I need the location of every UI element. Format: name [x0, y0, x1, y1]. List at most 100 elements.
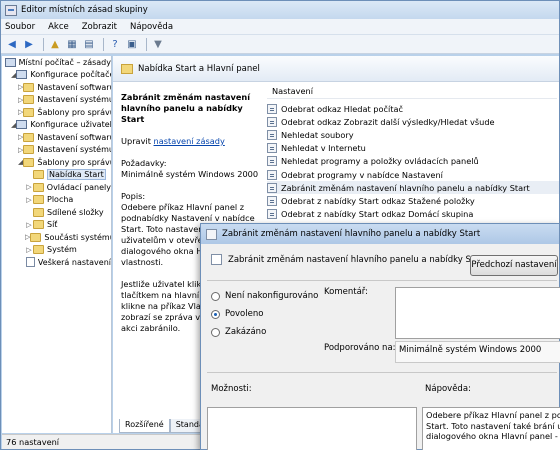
toolbar-separator	[43, 37, 44, 51]
filter-icon[interactable]: ▼	[151, 37, 165, 51]
folder-icon	[121, 63, 133, 74]
folder-icon	[23, 157, 35, 167]
comment-label: Komentář:	[324, 287, 368, 297]
back-arrow-icon[interactable]: ◀	[5, 37, 19, 51]
tree-node[interactable]: ▷ Nastavení softwaru	[2, 131, 111, 144]
setting-label: Odebrat z nabídky Start odkaz Stažené po…	[281, 195, 475, 206]
setting-row[interactable]: Odebrat odkaz Zobrazit další výsledky/Hl…	[267, 115, 559, 128]
policy-setting-icon	[267, 182, 277, 193]
requirements: Požadavky: Minimálně systém Windows 2000	[121, 158, 261, 180]
setting-row[interactable]: Odebrat programy v nabídce Nastavení	[267, 168, 559, 181]
setting-row[interactable]: Nehledat programy a položky ovládacích p…	[267, 155, 559, 168]
help-panel[interactable]: Odebere příkaz Hlavní panel z podnabídky…	[422, 407, 560, 450]
radio-disabled[interactable]: Zakázáno	[211, 327, 266, 337]
setting-row[interactable]: Nehledat soubory	[267, 128, 559, 141]
tree-node-label: Nastavení softwaru	[37, 82, 112, 92]
expander-icon[interactable]: ▷	[25, 196, 33, 204]
edit-prefix: Upravit	[121, 136, 151, 146]
folder-icon	[33, 220, 44, 230]
tree-node-label: Ovládací panely	[46, 182, 111, 192]
policy-icon	[206, 228, 217, 240]
tree-node-label: Místní počítač – zásady	[18, 57, 111, 67]
tree-node[interactable]: Nabídka Start	[2, 169, 111, 182]
settings-column-header[interactable]: Nastavení	[267, 86, 557, 99]
tree-node[interactable]: Veškerá nastavení	[2, 256, 111, 269]
setting-row[interactable]: Nehledat v Internetu	[267, 142, 559, 155]
tree-node[interactable]: ▷ Plocha	[2, 194, 111, 207]
setting-row[interactable]: Zabránit změnám nastavení hlavního panel…	[267, 181, 559, 195]
comment-field[interactable]	[395, 287, 560, 339]
up-folder-icon[interactable]: ▲	[48, 37, 62, 51]
tree-node[interactable]: ◢ Konfigurace uživatele	[2, 119, 111, 132]
tree-node[interactable]: ◢ Šablony pro správu	[2, 156, 111, 169]
tree-node[interactable]: ▷ Systém	[2, 244, 111, 257]
folder-icon	[33, 195, 44, 205]
menu-soubor[interactable]: Soubor	[5, 22, 35, 32]
supported-on-value: Minimálně systém Windows 2000	[395, 341, 560, 363]
tree-node-label: Konfigurace počítače	[30, 70, 112, 80]
setting-row[interactable]: Odebrat z nabídky Start odkaz Domácí sku…	[267, 208, 559, 221]
tree-node[interactable]: ▷ Ovládací panely	[2, 181, 111, 194]
tree-node[interactable]: Sdílené složky	[2, 206, 111, 219]
policy-setting-icon	[267, 129, 277, 140]
tree-node-label: Nabídka Start	[47, 169, 106, 181]
tree-node[interactable]: ▷ Nastavení systému	[2, 94, 111, 107]
export-list-icon[interactable]: ▤	[82, 37, 96, 51]
setting-label: Nehledat v Internetu	[281, 143, 366, 154]
app-icon	[5, 4, 17, 16]
expander-icon[interactable]: ▷	[25, 246, 33, 254]
folder-icon	[23, 95, 35, 105]
forward-arrow-icon[interactable]: ▶	[22, 37, 36, 51]
tree-node[interactable]: ▷ Nastavení softwaru	[2, 81, 111, 94]
folder-icon	[23, 132, 35, 142]
edit-policy-link[interactable]: nastavení zásady	[154, 136, 225, 146]
tree-node-label: Šablony pro správu	[37, 107, 112, 117]
setting-row[interactable]: Odebrat z nabídky Start odkaz Stažené po…	[267, 194, 559, 207]
pane-header-title: Nabídka Start a Hlavní panel	[138, 63, 260, 74]
tree-node[interactable]: ▷ Součásti systému	[2, 231, 111, 244]
tree-node[interactable]: ◢ Konfigurace počítače	[2, 69, 111, 82]
folder-icon	[32, 182, 44, 192]
setting-label: Odebrat odkaz Hledat počítač	[281, 103, 404, 114]
setting-label: Odebrat odkaz Zobrazit další výsledky/Hl…	[281, 116, 495, 127]
menu-akce[interactable]: Akce	[48, 22, 69, 32]
tree-node-label: Součásti systému	[44, 232, 112, 242]
divider	[207, 372, 557, 373]
supported-on-label: Podporováno na:	[324, 343, 396, 353]
folder-icon	[23, 82, 35, 92]
policy-setting-icon	[267, 103, 277, 114]
pane-header: Nabídka Start a Hlavní panel	[113, 56, 559, 82]
setting-label: Zabránit změnám nastavení hlavního panel…	[281, 182, 530, 193]
expander-icon[interactable]: ▷	[25, 221, 33, 229]
tree-node-label: Nastavení systému	[37, 95, 112, 105]
tree-node[interactable]: ▷ Šablony pro správu	[2, 106, 111, 119]
menu-napoveda[interactable]: Nápověda	[130, 22, 173, 32]
expander-icon[interactable]: ▷	[25, 183, 33, 191]
radio-enabled[interactable]: Povoleno	[211, 309, 263, 319]
tree-node[interactable]: ▷ Nastavení systému	[2, 144, 111, 157]
policy-setting-icon	[267, 116, 277, 127]
help-icon[interactable]: ?	[108, 37, 122, 51]
tree-node-label: Nastavení systému	[37, 145, 112, 155]
requirements-value: Minimálně systém Windows 2000	[121, 169, 259, 179]
previous-setting-button[interactable]: Předchozí nastavení	[470, 255, 558, 276]
setting-row[interactable]: Odebrat odkaz Hledat počítač	[267, 102, 559, 115]
tree-node[interactable]: ▷ Síť	[2, 219, 111, 232]
tree-node-label: Šablony pro správu	[37, 157, 112, 167]
tree-node[interactable]: Místní počítač – zásady	[2, 56, 111, 69]
tab-extended[interactable]: Rozšířené	[119, 419, 170, 433]
policy-setting-icon	[267, 209, 277, 220]
radio-not-configured[interactable]: Není nakonfigurováno	[211, 291, 318, 301]
tree-node-label: Sdílené složky	[47, 207, 104, 217]
options-label: Možnosti:	[211, 384, 252, 394]
requirements-label: Požadavky:	[121, 158, 167, 168]
tree-node-label: Nastavení softwaru	[37, 132, 112, 142]
folder-icon	[23, 145, 35, 155]
dialog-policy-name: Zabránit změnám nastavení hlavního panel…	[228, 254, 487, 265]
menu-zobrazit[interactable]: Zobrazit	[82, 22, 117, 32]
properties-icon[interactable]: ▣	[125, 37, 139, 51]
setting-label: Odebrat programy v nabídce Nastavení	[281, 169, 443, 180]
tree-node-label: Síť	[47, 220, 58, 230]
show-tree-icon[interactable]: ▦	[65, 37, 79, 51]
policy-setting-icon	[267, 143, 277, 154]
